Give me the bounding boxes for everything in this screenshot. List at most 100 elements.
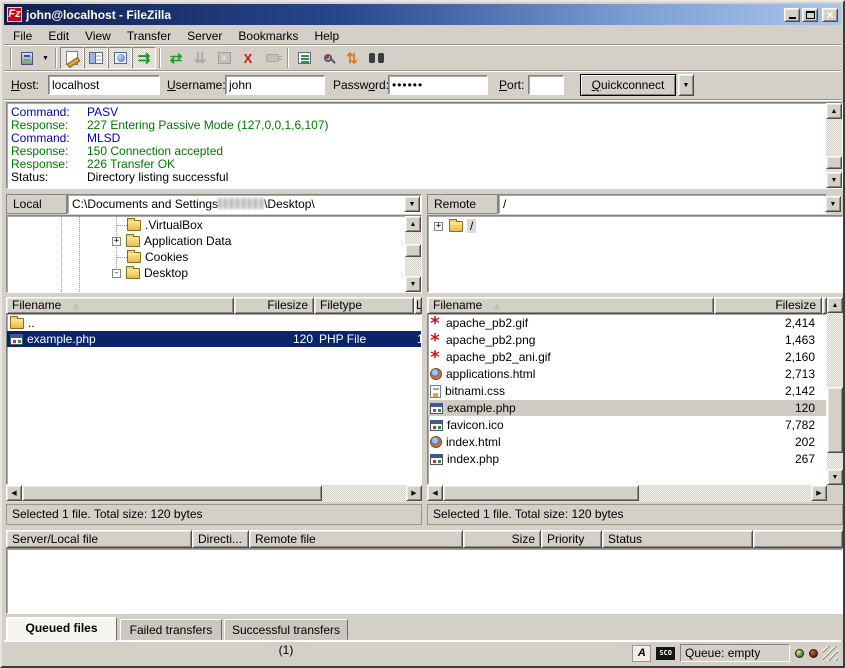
toggle-local-tree-button[interactable]: [84, 47, 108, 69]
toggle-message-log-button[interactable]: [60, 47, 84, 69]
menu-file[interactable]: File: [5, 28, 40, 44]
title-bar[interactable]: Fz john@localhost - FileZilla ×: [4, 4, 841, 25]
filezilla-app-icon[interactable]: Fz: [7, 7, 22, 22]
scrollbar-thumb[interactable]: [826, 156, 842, 169]
tree-item-desktop[interactable]: -Desktop: [112, 265, 188, 281]
find-files-button[interactable]: [364, 47, 388, 69]
file-row-example-php[interactable]: example.php 120 PHP File 1: [7, 331, 421, 347]
menu-transfer[interactable]: Transfer: [119, 28, 179, 44]
redacted-username: [218, 198, 264, 209]
site-manager-dropdown[interactable]: ▼: [39, 47, 52, 69]
transfer-queue-body[interactable]: [6, 548, 843, 614]
remote-column-filesize[interactable]: Filesize: [714, 297, 822, 314]
refresh-button[interactable]: ⇄: [164, 47, 188, 69]
local-tree-scrollbar[interactable]: ▲ ▼: [405, 216, 421, 292]
log-line: Response:227 Entering Passive Mode (127,…: [11, 119, 822, 132]
file-row[interactable]: index.html202: [428, 434, 826, 450]
scroll-up-button[interactable]: ▲: [405, 216, 421, 232]
queue-column-local-file[interactable]: Server/Local file: [6, 530, 192, 548]
tab-failed-transfers[interactable]: Failed transfers: [120, 619, 222, 640]
tab-queued-files[interactable]: Queued files: [6, 617, 117, 641]
process-queue-button[interactable]: ⇊: [188, 47, 212, 69]
queue-column-priority[interactable]: Priority: [541, 530, 602, 548]
quickconnect-dropdown[interactable]: ▼: [678, 74, 694, 96]
password-input[interactable]: [388, 75, 488, 95]
directory-comparison-button[interactable]: [316, 47, 340, 69]
queue-column-status[interactable]: Status: [602, 530, 753, 548]
minimize-button[interactable]: [784, 8, 800, 22]
scrollbar-thumb[interactable]: [22, 485, 322, 501]
data-type-indicator-icon[interactable]: A: [632, 645, 651, 662]
scroll-left-button[interactable]: ◀: [427, 485, 443, 501]
resize-grip[interactable]: [823, 646, 838, 661]
file-row-parent[interactable]: ..: [7, 315, 421, 331]
host-input[interactable]: [48, 75, 160, 95]
scroll-up-button[interactable]: ▲: [827, 297, 843, 313]
scroll-down-button[interactable]: ▼: [405, 276, 421, 292]
quickconnect-button[interactable]: Quickconnect: [580, 74, 676, 96]
file-row[interactable]: applications.html2,713: [428, 366, 826, 382]
activity-led-red: [809, 649, 818, 658]
scroll-right-button[interactable]: ▶: [406, 485, 422, 501]
expand-icon[interactable]: +: [112, 237, 121, 246]
menu-view[interactable]: View: [77, 28, 119, 44]
port-input[interactable]: [528, 75, 564, 95]
queue-column-direction[interactable]: Directi...: [192, 530, 249, 548]
file-row[interactable]: *apache_pb2_ani.gif2,160: [428, 349, 826, 365]
tab-successful-transfers[interactable]: Successful transfers (1): [224, 619, 348, 640]
php-file-icon: [430, 454, 443, 465]
expand-icon[interactable]: +: [434, 222, 443, 231]
site-manager-button[interactable]: [15, 47, 39, 69]
file-row[interactable]: favicon.ico7,782: [428, 417, 826, 433]
file-row[interactable]: *apache_pb2.gif2,414: [428, 315, 826, 331]
reconnect-button[interactable]: [260, 47, 284, 69]
file-row-selected[interactable]: example.php120: [428, 400, 826, 416]
tree-item-cookies[interactable]: Cookies: [127, 249, 188, 265]
menu-bookmarks[interactable]: Bookmarks: [230, 28, 306, 44]
local-column-lastmodified[interactable]: L: [414, 297, 422, 314]
filter-button[interactable]: [292, 47, 316, 69]
file-row[interactable]: bitnami.css2,142: [428, 383, 826, 399]
file-row[interactable]: index.php267: [428, 451, 826, 467]
username-input[interactable]: [225, 75, 325, 95]
remote-vscrollbar[interactable]: ▲ ▼: [827, 297, 843, 485]
tree-item-virtualbox[interactable]: .VirtualBox: [127, 217, 203, 233]
remote-column-filename[interactable]: Filename▲: [427, 297, 714, 314]
menu-help[interactable]: Help: [306, 28, 347, 44]
remote-hscrollbar[interactable]: ◀ ▶: [427, 485, 827, 502]
local-site-combobox[interactable]: C:\Documents and Settings\Desktop\: [67, 194, 422, 214]
maximize-button[interactable]: [802, 8, 818, 22]
scroll-down-button[interactable]: ▼: [827, 469, 843, 485]
speed-limits-icon[interactable]: SCO: [656, 647, 675, 660]
local-site-dropdown[interactable]: ▼: [404, 196, 420, 212]
synchronized-browsing-button[interactable]: ⇅: [340, 47, 364, 69]
tree-item-root[interactable]: +/: [434, 218, 476, 234]
close-button[interactable]: ×: [822, 8, 838, 22]
remote-site-combobox[interactable]: /: [498, 194, 827, 214]
scroll-right-button[interactable]: ▶: [811, 485, 827, 501]
toggle-remote-tree-button[interactable]: [108, 47, 132, 69]
local-column-filename[interactable]: Filename▲: [6, 297, 234, 314]
scroll-down-button[interactable]: ▼: [826, 172, 842, 188]
cancel-button[interactable]: x: [212, 47, 236, 69]
scroll-left-button[interactable]: ◀: [6, 485, 22, 501]
collapse-icon[interactable]: -: [112, 269, 121, 278]
toggle-queue-button[interactable]: ⇉: [132, 47, 156, 69]
local-hscrollbar[interactable]: ◀ ▶: [6, 485, 422, 502]
log-scrollbar[interactable]: ▲ ▼: [826, 103, 842, 188]
scrollbar-thumb[interactable]: [827, 387, 843, 453]
window-title: john@localhost - FileZilla: [26, 8, 171, 22]
menu-server[interactable]: Server: [179, 28, 230, 44]
local-column-filesize[interactable]: Filesize: [234, 297, 314, 314]
remote-site-dropdown[interactable]: ▼: [825, 196, 841, 212]
scrollbar-thumb[interactable]: [443, 485, 639, 501]
scrollbar-thumb[interactable]: [405, 244, 421, 257]
local-column-filetype[interactable]: Filetype: [314, 297, 414, 314]
menu-edit[interactable]: Edit: [40, 28, 77, 44]
file-row[interactable]: *apache_pb2.png1,463: [428, 332, 826, 348]
queue-column-remote-file[interactable]: Remote file: [249, 530, 463, 548]
queue-column-size[interactable]: Size: [463, 530, 541, 548]
scroll-up-button[interactable]: ▲: [826, 103, 842, 119]
disconnect-button[interactable]: X: [236, 47, 260, 69]
tree-item-application-data[interactable]: +Application Data: [112, 233, 231, 249]
